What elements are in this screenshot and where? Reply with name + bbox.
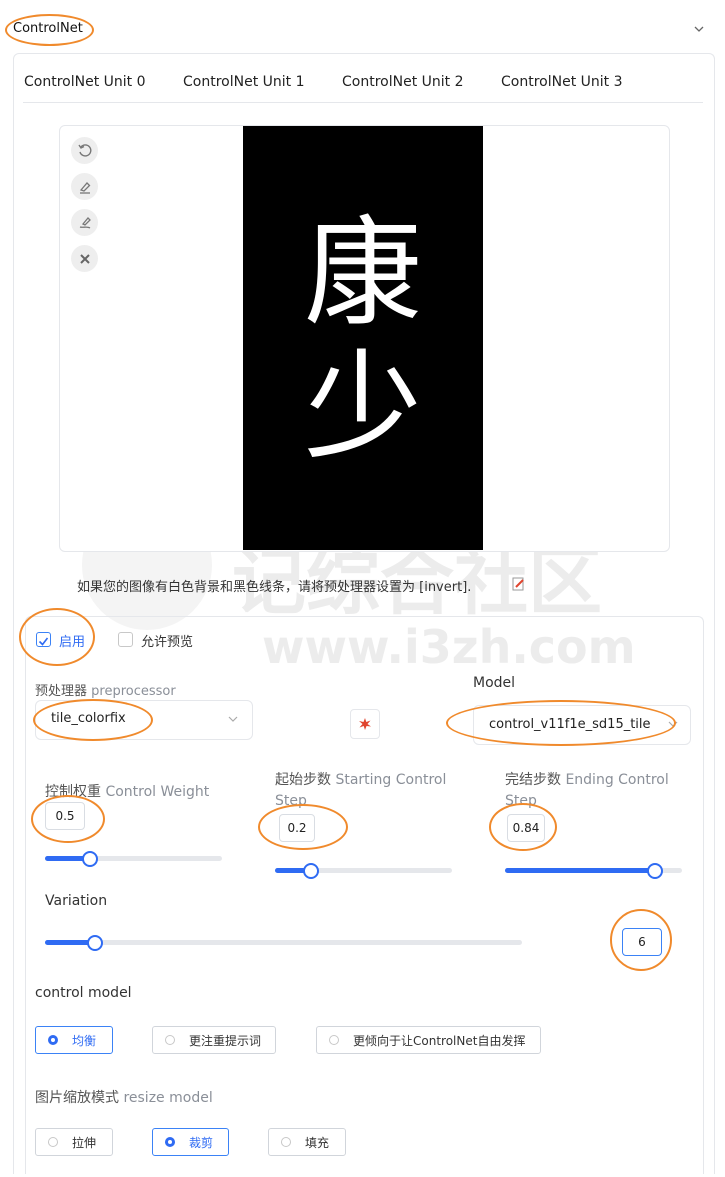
ending-step-slider[interactable] (505, 863, 682, 879)
control-weight-label: 控制权重 Control Weight (45, 781, 209, 801)
image-char-bottom: 少 (303, 338, 422, 476)
image-char-top: 康 (303, 204, 422, 342)
option-label: 拉伸 (72, 1135, 97, 1150)
accordion-title[interactable]: ControlNet (13, 21, 83, 36)
clear-button[interactable] (71, 245, 98, 272)
resize-model-label-en: resize model (123, 1090, 213, 1106)
ending-step-label-en: Ending Control (565, 772, 669, 788)
ending-step-label: 完结步数 Ending Control (505, 769, 669, 789)
allow-preview-checkbox[interactable] (118, 632, 133, 647)
tab-divider (23, 102, 703, 103)
option-label: 更注重提示词 (189, 1033, 262, 1048)
checkmark-icon (38, 637, 49, 646)
preprocessor-label: 预处理器 preprocessor (35, 680, 176, 699)
preprocessor-value: tile_colorfix (51, 711, 126, 726)
option-label: 更倾向于让ControlNet自由发挥 (353, 1033, 526, 1048)
tab-unit-1[interactable]: ControlNet Unit 1 (183, 74, 305, 90)
uploaded-image: 康 少 (243, 126, 483, 550)
variation-thumb[interactable] (87, 935, 103, 951)
radio-dot (329, 1035, 339, 1045)
model-label: Model (473, 675, 516, 691)
resize-option-crop[interactable]: 裁剪 (152, 1128, 229, 1156)
control-weight-input[interactable]: 0.5 (45, 802, 85, 830)
control-weight-label-cn: 控制权重 (45, 784, 101, 800)
brush-icon (79, 216, 91, 229)
control-model-label: control model (35, 985, 132, 1001)
chevron-down-icon (668, 721, 678, 727)
eraser-button[interactable] (71, 173, 98, 200)
eraser-icon (79, 181, 90, 194)
chevron-down-icon[interactable] (692, 22, 706, 36)
starting-step-label-cn: 起始步数 (275, 772, 331, 788)
starting-step-input[interactable]: 0.2 (279, 814, 315, 842)
resize-model-label: 图片缩放模式 resize model (35, 1087, 213, 1107)
radio-dot (165, 1137, 175, 1147)
undo-icon (77, 143, 91, 157)
enable-label[interactable]: 启用 (59, 631, 85, 650)
variation-input[interactable]: 6 (622, 928, 662, 956)
starting-step-label: 起始步数 Starting Control (275, 769, 446, 789)
allow-preview-label[interactable]: 允许预览 (141, 631, 193, 650)
tab-unit-0[interactable]: ControlNet Unit 0 (24, 74, 146, 90)
tab-unit-2[interactable]: ControlNet Unit 2 (342, 74, 464, 90)
option-label: 均衡 (72, 1033, 97, 1048)
radio-dot (281, 1137, 291, 1147)
variation-label: Variation (45, 893, 108, 909)
enable-checkbox[interactable] (36, 632, 51, 647)
radio-dot (48, 1137, 58, 1147)
explosion-icon (359, 718, 371, 730)
preprocessor-label-en: preprocessor (91, 684, 176, 699)
ending-step-fill (505, 868, 654, 873)
starting-step-thumb[interactable] (303, 863, 319, 879)
model-value: control_v11f1e_sd15_tile (489, 717, 651, 732)
starting-step-label-en2: Step (275, 793, 307, 809)
edit-note-button[interactable] (507, 572, 531, 596)
run-preprocessor-button[interactable] (350, 709, 380, 739)
brush-button[interactable] (71, 209, 98, 236)
resize-option-stretch[interactable]: 拉伸 (35, 1128, 113, 1156)
option-label: 填充 (305, 1135, 330, 1150)
ending-step-label-en2: Step (505, 793, 537, 809)
control-weight-thumb[interactable] (82, 851, 98, 867)
close-icon (79, 253, 90, 264)
chevron-down-icon (228, 716, 238, 722)
control-weight-label-en: Control Weight (105, 784, 210, 800)
edit-icon (512, 577, 524, 591)
control-model-option-prompt[interactable]: 更注重提示词 (152, 1026, 276, 1054)
tab-unit-3[interactable]: ControlNet Unit 3 (501, 74, 623, 90)
control-weight-slider[interactable] (45, 851, 222, 867)
resize-option-fill[interactable]: 填充 (268, 1128, 346, 1156)
ending-step-label-cn: 完结步数 (505, 772, 561, 788)
preprocessor-label-cn: 预处理器 (35, 684, 88, 699)
radio-dot (165, 1035, 175, 1045)
starting-step-slider[interactable] (275, 863, 452, 879)
control-model-option-balanced[interactable]: 均衡 (35, 1026, 113, 1054)
ending-step-input[interactable]: 0.84 (507, 814, 545, 842)
radio-dot (48, 1035, 58, 1045)
starting-step-label-en: Starting Control (335, 772, 447, 788)
invert-hint: 如果您的图像有白色背景和黑色线条，请将预处理器设置为 [invert]. (77, 580, 472, 595)
variation-slider[interactable] (45, 935, 522, 951)
option-label: 裁剪 (189, 1135, 214, 1150)
resize-model-label-cn: 图片缩放模式 (35, 1090, 119, 1106)
ending-step-thumb[interactable] (647, 863, 663, 879)
undo-button[interactable] (71, 137, 98, 164)
control-model-option-controlnet[interactable]: 更倾向于让ControlNet自由发挥 (316, 1026, 541, 1054)
